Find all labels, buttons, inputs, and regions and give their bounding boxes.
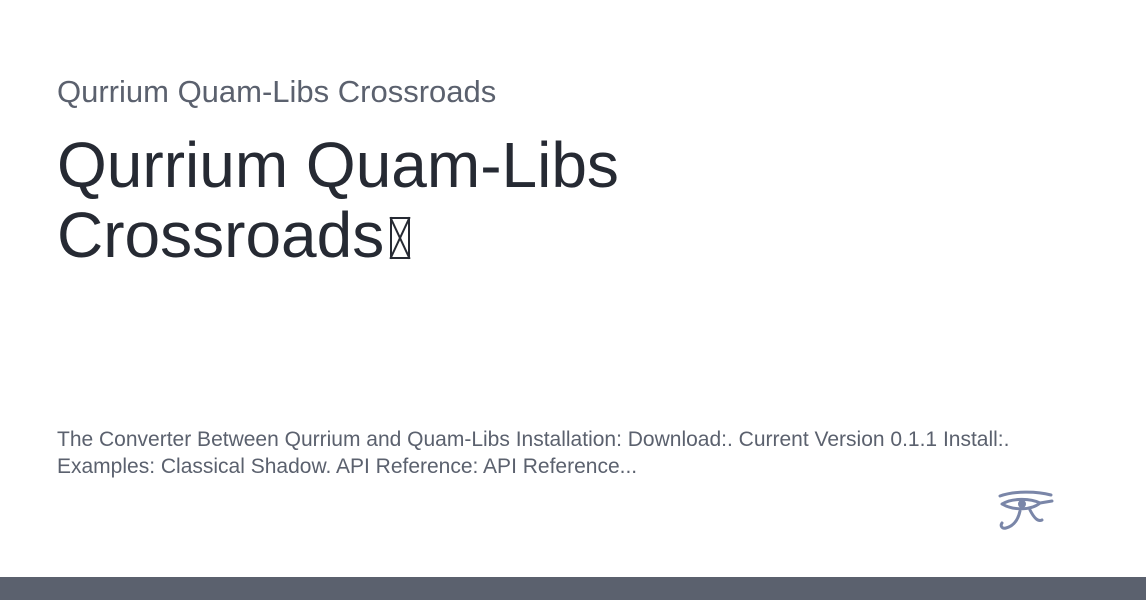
- social-preview-card: Qurrium Quam-Libs Crossroads Qurrium Qua…: [0, 0, 1146, 600]
- missing-glyph-icon: [390, 217, 411, 259]
- page-description: The Converter Between Qurrium and Quam-L…: [57, 428, 1010, 478]
- page-title: Qurrium Quam-Libs Crossroads: [57, 130, 697, 270]
- site-name: Qurrium Quam-Libs Crossroads: [57, 74, 497, 109]
- footer-bar: [0, 577, 1146, 600]
- page-title-text: Qurrium Quam-Libs Crossroads: [57, 129, 619, 271]
- eye-of-horus-icon: [998, 490, 1054, 530]
